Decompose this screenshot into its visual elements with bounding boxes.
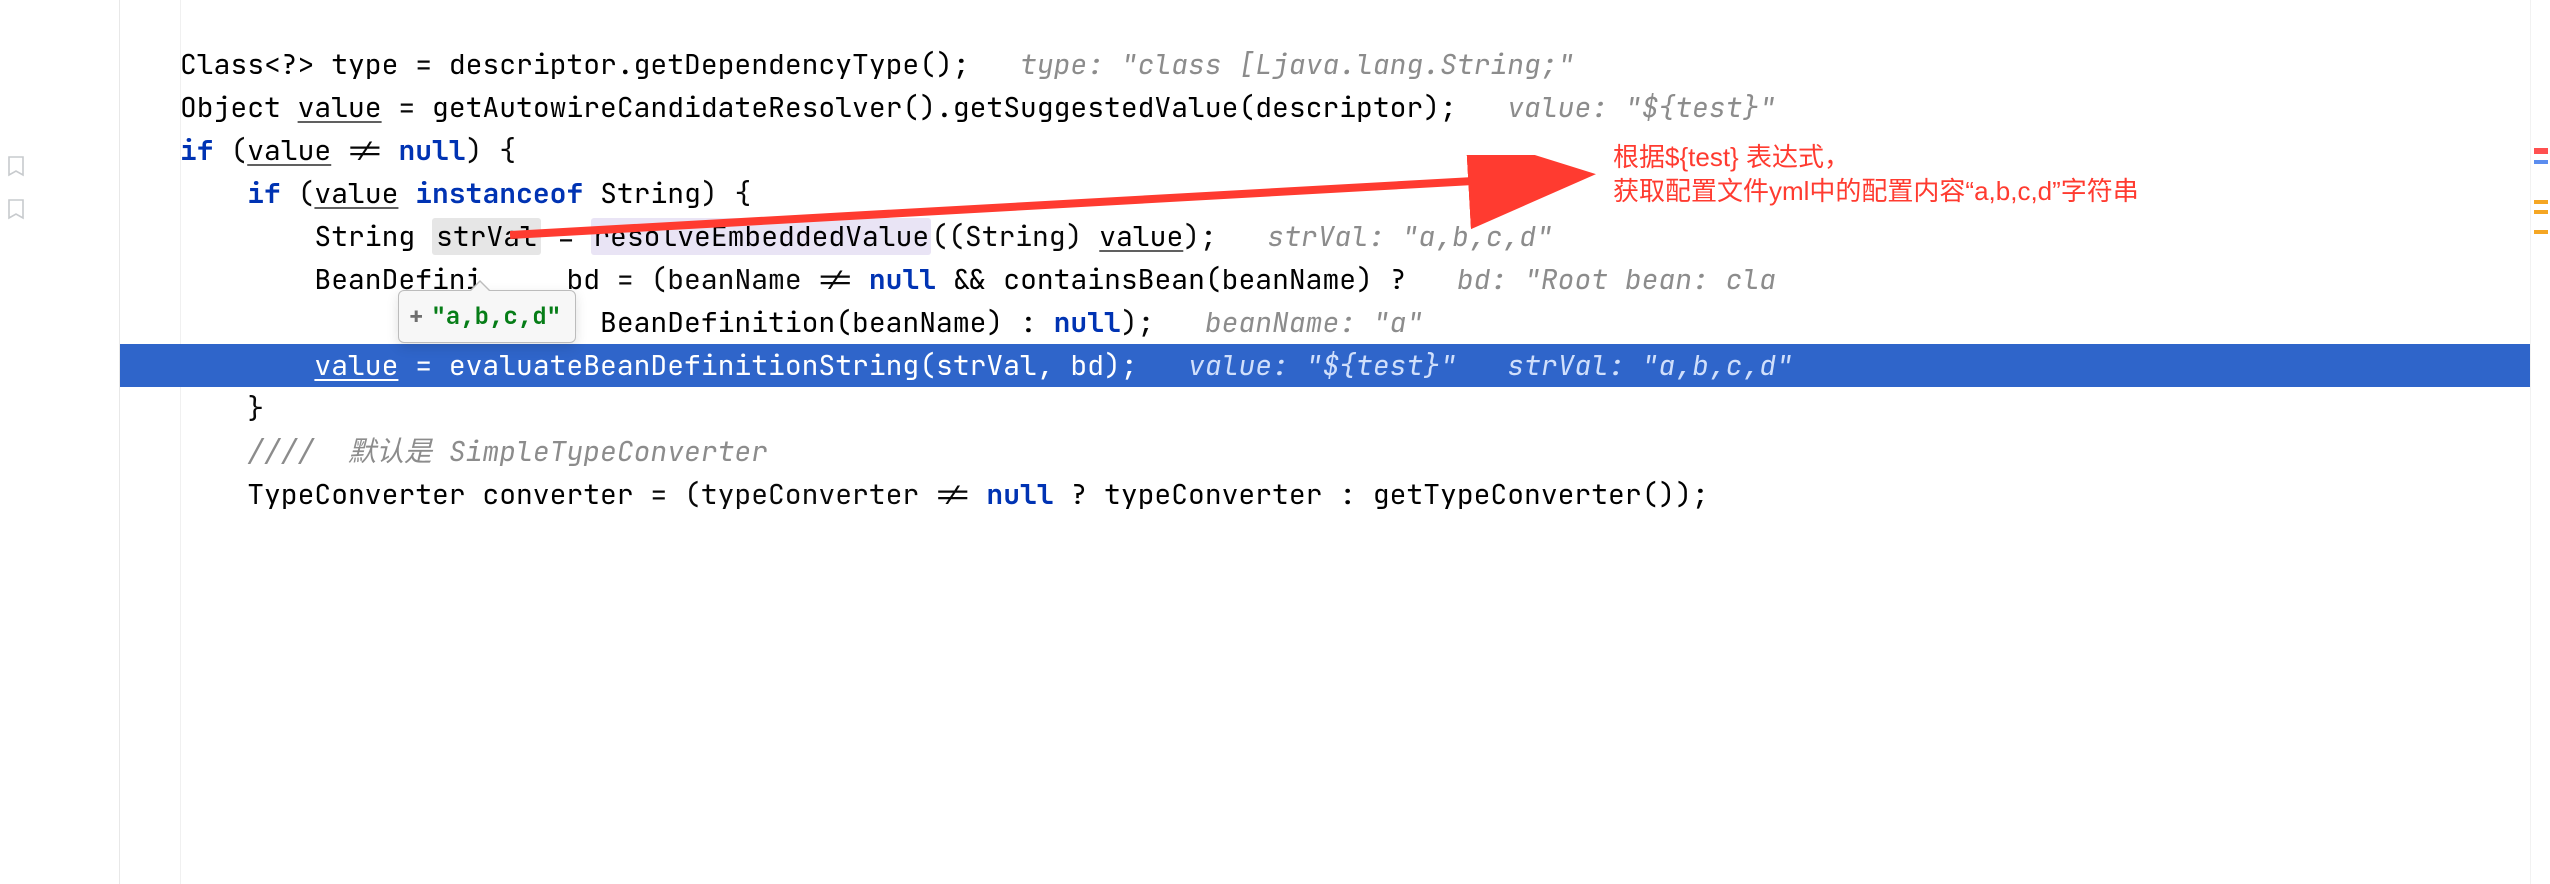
code-line[interactable]: //// 默认是 SimpleTypeConverter: [120, 430, 2550, 473]
code-line[interactable]: if (value instanceof String) {: [120, 172, 2550, 215]
bookmark-icon[interactable]: [4, 154, 28, 178]
inline-hint: value:: [1188, 347, 1306, 384]
user-annotation: 根据${test} 表达式， 获取配置文件yml中的配置内容“a,b,c,d”字…: [1613, 140, 2139, 208]
inline-hint: bd:: [1457, 261, 1524, 298]
code-line[interactable]: Object value = getAutowireCandidateResol…: [120, 86, 2550, 129]
stripe-marker[interactable]: [2534, 160, 2548, 164]
code-line[interactable]: String strVal = resolveEmbeddedValue((St…: [120, 215, 2550, 258]
expand-icon[interactable]: +: [409, 295, 423, 338]
blank-line: [120, 0, 2550, 43]
stripe-warning-marker[interactable]: [2534, 200, 2548, 204]
debugger-value-tooltip[interactable]: + "a,b,c,d": [398, 290, 576, 343]
execution-line[interactable]: value = evaluateBeanDefinitionString(str…: [120, 344, 2550, 387]
code-area[interactable]: Class<?> type = descriptor.getDependency…: [120, 0, 2550, 884]
variable-strval[interactable]: strVal: [432, 218, 541, 255]
error-stripe[interactable]: [2530, 0, 2550, 884]
inline-hint: type:: [1020, 46, 1121, 83]
inline-hint: strVal:: [1507, 347, 1641, 384]
code-line[interactable]: if (value != null) {: [120, 129, 2550, 172]
inline-hint: value:: [1507, 89, 1625, 126]
stripe-warning-marker[interactable]: [2534, 210, 2548, 214]
code-line[interactable]: TypeConverter converter = (typeConverter…: [120, 473, 2550, 516]
tooltip-value: "a,b,c,d": [431, 295, 561, 338]
bookmark-icon[interactable]: [4, 197, 28, 221]
gutter[interactable]: [0, 0, 120, 884]
inline-hint: beanName:: [1205, 304, 1373, 341]
editor: Class<?> type = descriptor.getDependency…: [0, 0, 2550, 884]
code-line[interactable]: }: [120, 387, 2550, 430]
stripe-error-marker[interactable]: [2534, 148, 2548, 154]
inline-hint: strVal:: [1267, 218, 1401, 255]
code-line[interactable]: Class<?> type = descriptor.getDependency…: [120, 43, 2550, 86]
stripe-warning-marker[interactable]: [2534, 230, 2548, 234]
